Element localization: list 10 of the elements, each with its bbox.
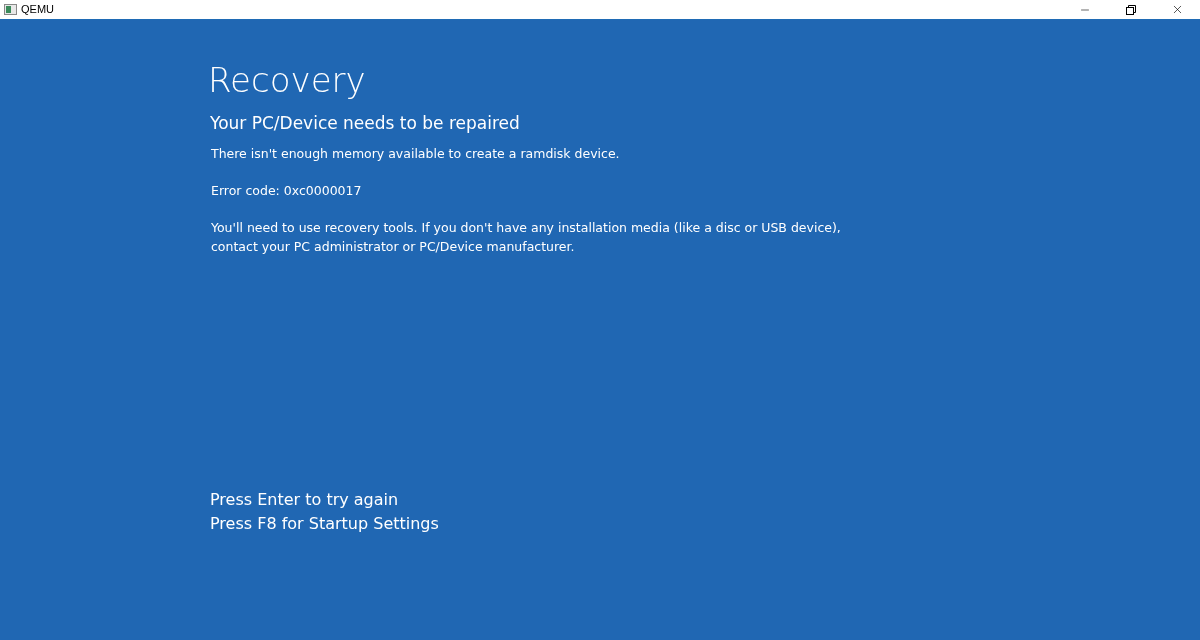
recovery-subheading: Your PC/Device needs to be repaired (210, 112, 521, 134)
app-icon (4, 4, 17, 15)
prompt-text: Press Enter to try again (210, 489, 400, 511)
restore-icon (1126, 4, 1136, 15)
prompt-text: Press F8 for Startup Settings (210, 513, 440, 535)
message-text: There isn't enough memory available to create a ramdisk device. (211, 145, 621, 163)
window-title: QEMU (21, 2, 54, 18)
message-text: Error code: 0xc0000017 (211, 182, 363, 200)
recovery-heading: Recovery (208, 59, 367, 102)
message-text: You'll need to use recovery tools. If you don't have any installation media (like a disc or USB device), contact your PC administrator or PC/Device manufacturer. (211, 219, 842, 256)
